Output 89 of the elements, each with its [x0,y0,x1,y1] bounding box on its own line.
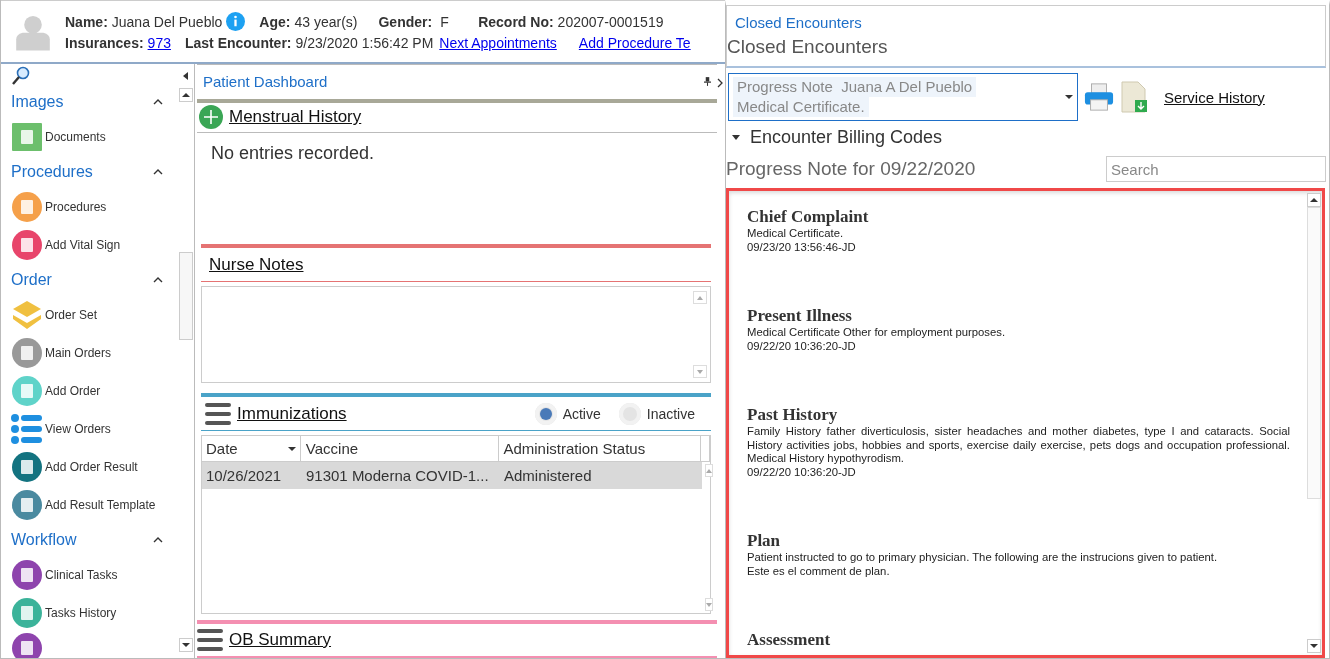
last-encounter-label: Last Encounter: [184,35,292,51]
search-field[interactable]: Search [1106,156,1326,182]
patient-name: Juana Del Pueblo [111,13,223,30]
sidebar-group-title[interactable]: Procedures [11,163,93,181]
sidebar-item[interactable]: Add Order Result [45,460,138,474]
scroll-down-icon[interactable] [178,638,193,652]
sidebar-group-title[interactable]: Order [11,271,52,289]
name-label: Name: [65,13,108,30]
chevron-icon[interactable] [153,537,163,543]
note-title: Progress Note for 09/22/2020 [726,158,976,180]
sidebar-item[interactable]: Procedures [45,200,107,214]
search-icon[interactable] [11,66,31,86]
insurances-label: Insurances: [65,35,144,51]
note-heading: Chief Complaint [747,207,870,227]
note-text: 09/22/20 10:36:20-JD [747,465,857,479]
table-cell-text: Administered [503,467,593,485]
table-cell-text: 91301 Moderna COVID-1... [305,467,490,485]
sidebar-item[interactable]: Clinical Tasks [45,568,118,582]
radio-label[interactable]: Inactive [646,405,695,422]
column-header[interactable]: Date [202,436,301,462]
layers-icon [11,299,43,331]
menu-icon[interactable] [205,402,231,425]
gender-label: Gender: [378,13,433,30]
age-label: Age: [259,13,291,30]
sidebar-item[interactable]: View Orders [45,422,111,436]
section-title[interactable]: OB Summary [229,630,332,650]
expand-caret-icon[interactable] [732,134,740,140]
panel-title: Closed Encounters [734,14,863,31]
close-icon[interactable] [717,78,723,88]
record-label: Record No: [478,13,554,30]
scroll-up-icon[interactable] [1307,193,1321,207]
sort-icon[interactable] [287,446,296,451]
panel-title: Patient Dashboard [203,73,328,91]
chevron-icon[interactable] [153,277,163,283]
note-text: Family History father diverticulosis, sister headaches and mother diabetes, type I and cataracts. Social History activities jobs, hobbies and sports, exercise daily exercise, pets dogs and occupation professional. Medical History hypothyrodism. [747,425,1290,466]
info-icon[interactable] [226,12,246,31]
note-text: 09/23/20 13:56:46-JD [747,240,857,254]
section-heading: Closed Encounters [727,36,889,58]
note-heading: Assessment [747,630,832,650]
chevron-icon[interactable] [153,169,163,175]
note-heading: Past History [747,405,839,425]
scrollbar-thumb[interactable] [178,252,193,340]
sidebar-item[interactable]: Main Orders [45,346,112,360]
record-number: 202007-0001519 [557,13,664,30]
sidebar-group-title[interactable]: Workflow [11,531,77,549]
document-download-icon[interactable] [1120,81,1148,113]
sidebar-item[interactable]: Add Order [45,384,101,398]
column-header[interactable]: Vaccine [300,436,500,462]
radio-button[interactable] [534,402,557,425]
insurances-link[interactable]: 973 [147,35,171,51]
add-icon[interactable] [199,105,223,130]
sidebar-item[interactable]: Add Result Template [45,498,156,512]
note-heading: Plan [747,531,782,551]
list-icon [11,413,43,445]
pin-icon[interactable] [704,77,711,87]
section-title[interactable]: Immunizations [237,403,347,424]
sidebar-item[interactable]: Add Vital Sign [45,238,121,252]
gender-value: F [439,13,450,30]
note-text: Medical Certificate Other for employment purposes. [747,326,1007,340]
sidebar-item[interactable]: Documents [45,130,106,144]
radio-button[interactable] [618,402,641,425]
scroll-up-icon[interactable] [178,88,193,102]
table-cell-text: 10/26/2021 [205,467,283,485]
section-title[interactable]: Nurse Notes [209,254,304,275]
header-link[interactable]: Add Procedure Te [578,35,691,51]
age-value: 43 year(s) [294,13,359,30]
scrollbar-thumb[interactable] [1307,207,1321,499]
sidebar-item[interactable]: Tasks History [45,606,117,620]
note-text: Este es el comment de plan. [747,564,891,578]
service-history-link[interactable]: Service History [1164,88,1265,106]
billing-codes-toggle[interactable]: Encounter Billing Codes [750,126,943,148]
printer-icon[interactable] [1084,82,1114,112]
column-header[interactable]: Administration Status [499,436,701,462]
note-text: 09/22/20 10:36:20-JD [747,339,857,353]
empty-message: No entries recorded. [211,142,375,163]
sidebar-item[interactable]: Order Set [45,308,98,322]
collapse-arrow-icon[interactable] [183,72,188,80]
scroll-down-icon[interactable] [1307,639,1321,653]
section-title[interactable]: Menstrual History [229,107,362,128]
note-text: Patient instructed to go to primary physician. The following are the instrucions given to patient. [747,551,1219,565]
table-row[interactable]: 10/26/2021 91301 Moderna COVID-1... Administered [202,462,702,490]
note-text: Medical Certificate. [747,227,845,241]
chevron-icon[interactable] [153,99,163,105]
radio-label[interactable]: Active [562,405,601,422]
note-heading: Present Illness [747,306,853,326]
last-encounter-value: 9/23/2020 1:56:42 PM [295,35,434,51]
sidebar-group-title[interactable]: Images [11,93,64,111]
menu-icon[interactable] [197,629,223,651]
header-link[interactable]: Next Appointments [439,35,557,51]
